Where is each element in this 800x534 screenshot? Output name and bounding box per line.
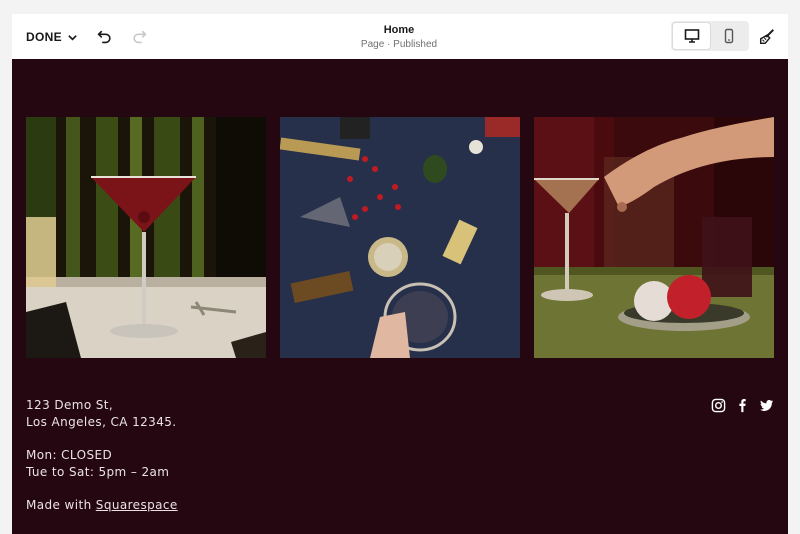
gallery-image-martini[interactable] bbox=[26, 117, 266, 358]
made-with-prefix: Made with bbox=[26, 498, 96, 512]
made-with-text: Made with Squarespace bbox=[26, 497, 178, 514]
device-view-toggle bbox=[671, 21, 749, 51]
hours-line-1: Mon: CLOSED bbox=[26, 448, 113, 462]
page-status: Page · Published bbox=[360, 39, 438, 50]
gallery-image-coupe-dessert[interactable] bbox=[534, 117, 774, 358]
paintbrush-icon bbox=[759, 29, 775, 45]
address-block: 123 Demo St, Los Angeles, CA 12345. bbox=[26, 397, 177, 431]
facebook-link[interactable] bbox=[734, 397, 750, 413]
page-info: Home Page · Published bbox=[299, 23, 499, 52]
undo-button[interactable] bbox=[93, 26, 115, 48]
redo-button[interactable] bbox=[129, 26, 151, 48]
image-gallery bbox=[26, 117, 774, 358]
facebook-icon bbox=[738, 398, 746, 412]
mobile-view-button[interactable] bbox=[710, 23, 747, 49]
twitter-icon bbox=[759, 399, 773, 411]
martini-cocktail-image bbox=[26, 117, 266, 358]
done-label: DONE bbox=[26, 30, 62, 44]
desktop-view-button[interactable] bbox=[673, 23, 710, 49]
gallery-image-bar-tools[interactable] bbox=[280, 117, 520, 358]
hours-line-2: Tue to Sat: 5pm – 2am bbox=[26, 465, 170, 479]
site-preview: 123 Demo St, Los Angeles, CA 12345. Mon:… bbox=[12, 59, 788, 534]
hours-block: Mon: CLOSED Tue to Sat: 5pm – 2am bbox=[26, 447, 169, 481]
social-links bbox=[710, 397, 774, 413]
address-line-2: Los Angeles, CA 12345. bbox=[26, 415, 177, 429]
undo-icon bbox=[97, 30, 111, 44]
coupe-glass-dessert-image bbox=[534, 117, 774, 358]
done-button[interactable]: DONE bbox=[26, 28, 78, 46]
twitter-link[interactable] bbox=[758, 397, 774, 413]
design-button[interactable] bbox=[756, 26, 778, 48]
squarespace-link[interactable]: Squarespace bbox=[96, 498, 178, 512]
chevron-down-icon bbox=[68, 34, 77, 41]
page-title: Home bbox=[383, 24, 415, 36]
bar-tools-flatlay-image bbox=[280, 117, 520, 358]
mobile-icon bbox=[724, 28, 733, 44]
address-line-1: 123 Demo St, bbox=[26, 398, 114, 412]
instagram-link[interactable] bbox=[710, 397, 726, 413]
instagram-icon bbox=[711, 398, 725, 412]
redo-icon bbox=[133, 30, 147, 44]
editor-toolbar: DONE Home Page · Published bbox=[12, 14, 788, 59]
desktop-icon bbox=[684, 29, 699, 43]
